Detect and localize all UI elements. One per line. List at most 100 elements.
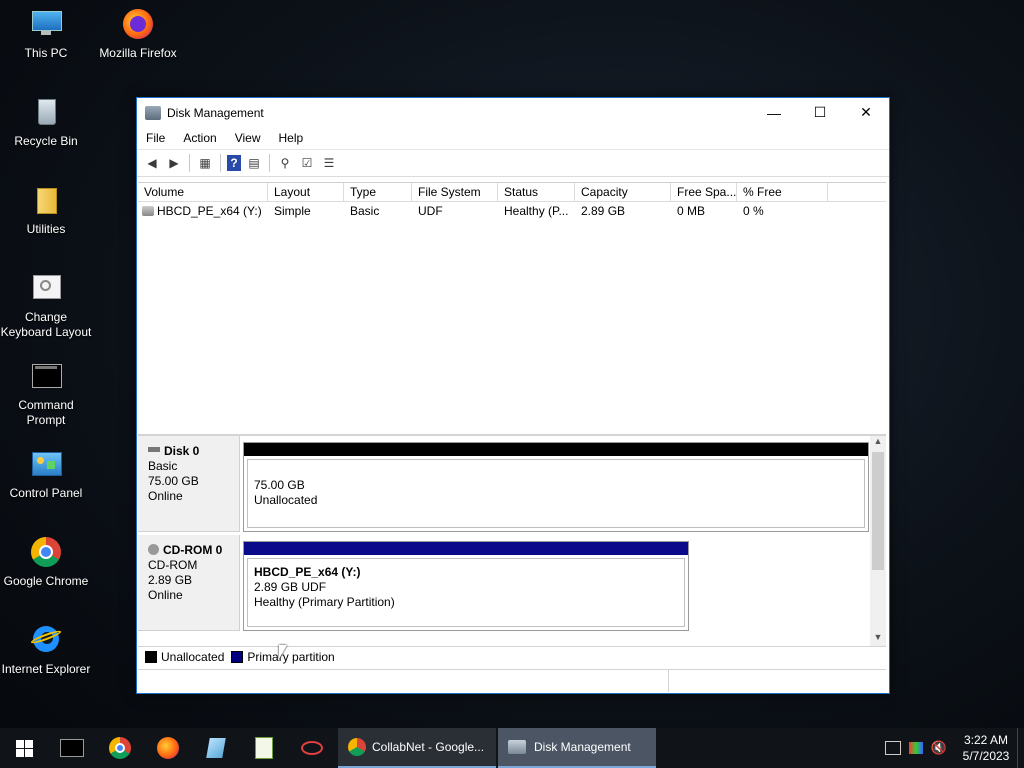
close-button[interactable]: ✕ (843, 98, 889, 127)
vertical-scrollbar[interactable]: ▲ ▼ (870, 436, 886, 646)
desktop-icon-internet-explorer[interactable]: Internet Explorer (0, 624, 92, 677)
desktop-icon-label: Google Chrome (3, 574, 89, 588)
partition-info: 75.00 GB Unallocated (247, 459, 865, 528)
chrome-icon (348, 738, 366, 756)
taskbar-notepad[interactable] (240, 728, 288, 768)
disk-type: CD-ROM (148, 558, 198, 572)
task-label: CollabNet - Google... (372, 740, 485, 754)
disk-graphical-view: Disk 0 Basic 75.00 GB Online 75.00 GB Un… (138, 434, 886, 646)
column-volume[interactable]: Volume (138, 183, 268, 201)
column-type[interactable]: Type (344, 183, 412, 201)
disk-label[interactable]: Disk 0 Basic 75.00 GB Online (138, 436, 240, 532)
chrome-icon (29, 536, 63, 570)
desktop-icon-command-prompt[interactable]: Command Prompt (0, 360, 92, 428)
status-divider (668, 670, 669, 692)
window-title: Disk Management (167, 105, 264, 120)
desktop-icon-this-pc[interactable]: This PC (0, 8, 92, 61)
chrome-icon (109, 737, 131, 759)
title-bar[interactable]: Disk Management — ☐ ✕ (137, 98, 889, 127)
file-system-cell: UDF (418, 204, 443, 218)
control-panel-icon (29, 448, 63, 482)
disk-status: Online (148, 489, 183, 503)
menu-action[interactable]: Action (174, 131, 225, 145)
legend-label-primary: Primary partition (247, 650, 335, 664)
help-icon[interactable]: ? (227, 155, 241, 171)
task-label: Disk Management (534, 740, 631, 754)
desktop-icon-label: This PC (24, 46, 68, 60)
disk-size: 75.00 GB (148, 474, 199, 488)
taskbar-explorer[interactable] (192, 728, 240, 768)
taskbar-chrome[interactable] (96, 728, 144, 768)
scroll-down-arrow-icon[interactable]: ▼ (870, 632, 886, 646)
clock-time: 3:22 AM (963, 733, 1009, 747)
desktop-icon-label: Utilities (26, 222, 66, 236)
menu-help[interactable]: Help (270, 131, 313, 145)
desktop-icon-recycle-bin[interactable]: Recycle Bin (0, 96, 92, 149)
partition-unallocated[interactable]: 75.00 GB Unallocated (243, 442, 869, 532)
taskbar-task-chrome[interactable]: CollabNet - Google... (338, 728, 496, 768)
taskbar-command-prompt[interactable] (48, 728, 96, 768)
scrollbar-thumb[interactable] (872, 452, 884, 570)
forward-arrow-icon[interactable]: ▶ (165, 154, 183, 172)
volume-list-header: Volume Layout Type File System Status Ca… (138, 183, 886, 202)
check-icon[interactable]: ☑ (298, 154, 316, 172)
snipping-tool-icon (301, 741, 323, 755)
column-free-space[interactable]: Free Spa... (671, 183, 737, 201)
desktop-icon-google-chrome[interactable]: Google Chrome (0, 536, 92, 589)
disk-label[interactable]: CD-ROM 0 CD-ROM 2.89 GB Online (138, 535, 240, 631)
column-layout[interactable]: Layout (268, 183, 344, 201)
table-row[interactable]: HBCD_PE_x64 (Y:) Simple Basic UDF Health… (138, 202, 886, 220)
legend-swatch-primary (231, 651, 244, 663)
command-prompt-icon (29, 360, 63, 394)
desktop-icon-control-panel[interactable]: Control Panel (0, 448, 92, 501)
disk-type: Basic (148, 459, 178, 473)
list-view-icon[interactable]: ☰ (320, 154, 338, 172)
desktop-icon-firefox[interactable]: Mozilla Firefox (92, 8, 184, 61)
toolbar-separator (269, 154, 270, 172)
taskbar-firefox[interactable] (144, 728, 192, 768)
disk-title: Disk 0 (148, 444, 239, 459)
volume-muted-icon[interactable]: 🔇 (931, 740, 947, 756)
back-arrow-icon[interactable]: ◀ (143, 154, 161, 172)
show-desktop-button[interactable] (1017, 728, 1024, 768)
menu-bar: File Action View Help (137, 127, 889, 150)
folder-icon (29, 184, 63, 218)
cd-drive-icon (142, 206, 154, 216)
taskbar-tool[interactable] (288, 728, 336, 768)
taskbar-task-disk-management[interactable]: Disk Management (498, 728, 656, 768)
disk-row[interactable]: Disk 0 Basic 75.00 GB Online 75.00 GB Un… (138, 436, 870, 532)
scroll-up-arrow-icon[interactable]: ▲ (870, 436, 886, 450)
display-icon[interactable] (908, 742, 923, 754)
firefox-icon (157, 737, 179, 759)
toolbar-separator (189, 154, 190, 172)
desktop-icon-utilities[interactable]: Utilities (0, 184, 92, 237)
network-icon[interactable] (884, 741, 901, 755)
disk-status: Online (148, 588, 183, 602)
column-percent-free[interactable]: % Free (737, 183, 828, 201)
properties-icon[interactable]: ▤ (245, 154, 263, 172)
column-file-system[interactable]: File System (412, 183, 498, 201)
volume-list: Volume Layout Type File System Status Ca… (138, 182, 886, 428)
desktop-icon-label: Command Prompt (18, 398, 74, 427)
menu-view[interactable]: View (226, 131, 270, 145)
clock[interactable]: 3:22 AM 5/7/2023 (955, 732, 1017, 764)
desktop-icon-keyboard-layout[interactable]: Change Keyboard Layout (0, 272, 92, 340)
maximize-button[interactable]: ☐ (797, 98, 843, 127)
primary-partition-bar (244, 542, 688, 555)
cd-rom-icon (148, 544, 159, 555)
firefox-icon (121, 8, 155, 42)
console-tree-icon[interactable]: ▦ (196, 154, 214, 172)
minimize-button[interactable]: — (751, 98, 797, 127)
disk-row[interactable]: CD-ROM 0 CD-ROM 2.89 GB Online HBCD_PE_x… (138, 535, 870, 631)
partition-primary[interactable]: HBCD_PE_x64 (Y:) 2.89 GB UDF Healthy (Pr… (243, 541, 689, 631)
toolbar-separator (220, 154, 221, 172)
clock-date: 5/7/2023 (962, 749, 1010, 763)
capacity-cell: 2.89 GB (581, 204, 626, 218)
connect-icon[interactable]: ⚲ (276, 154, 294, 172)
column-capacity[interactable]: Capacity (575, 183, 671, 201)
notepad-icon (255, 737, 273, 759)
menu-file[interactable]: File (137, 131, 174, 145)
start-button[interactable] (0, 728, 48, 768)
partition-status: Unallocated (254, 493, 318, 507)
column-status[interactable]: Status (498, 183, 575, 201)
